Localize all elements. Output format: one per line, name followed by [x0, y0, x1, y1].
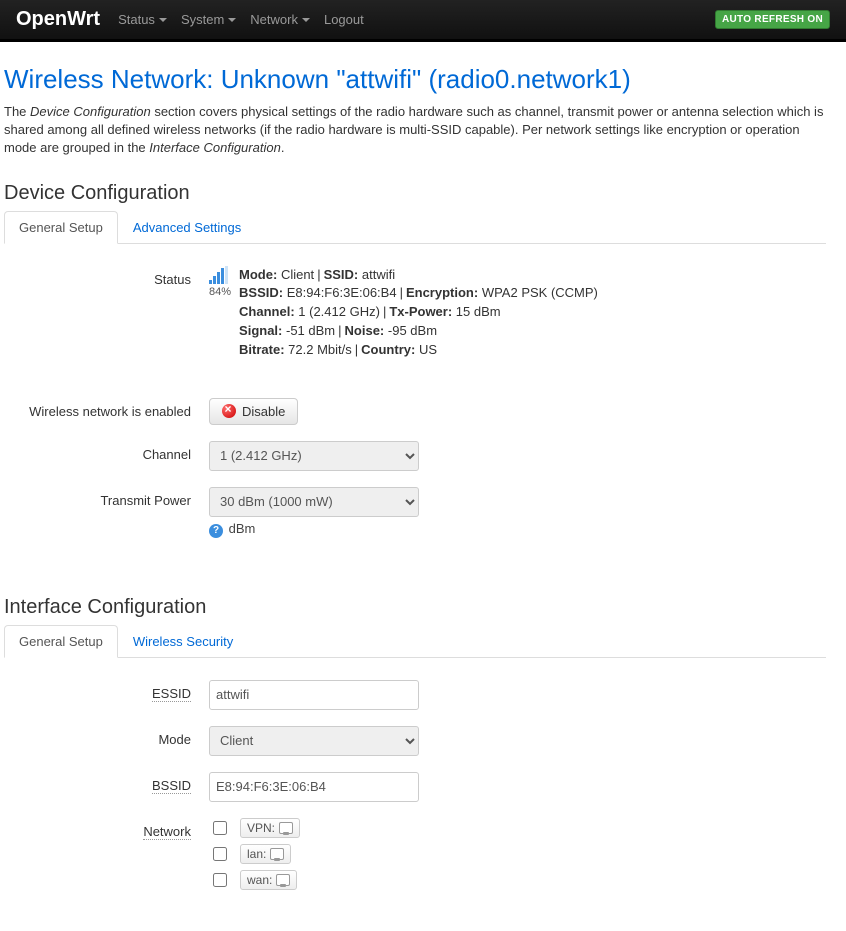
essid-label: ESSID — [152, 686, 191, 702]
nav-network[interactable]: Network — [250, 12, 310, 27]
stop-icon — [222, 404, 236, 418]
essid-input[interactable] — [209, 680, 419, 710]
caret-icon — [228, 18, 236, 22]
channel-label: Channel — [4, 441, 209, 462]
disable-button[interactable]: Disable — [209, 398, 298, 425]
device-tabs: General Setup Advanced Settings — [4, 211, 826, 244]
caret-icon — [159, 18, 167, 22]
mode-label: Mode — [4, 726, 209, 747]
iface-config-legend: Interface Configuration — [4, 596, 826, 619]
mode-select[interactable]: Client — [209, 726, 419, 756]
network-wan-checkbox[interactable] — [213, 873, 227, 887]
tab-iface-general[interactable]: General Setup — [4, 625, 118, 658]
enabled-label: Wireless network is enabled — [4, 398, 209, 419]
brand[interactable]: OpenWrt — [16, 8, 100, 31]
caret-icon — [302, 18, 310, 22]
tab-wireless-security[interactable]: Wireless Security — [118, 625, 248, 658]
bssid-label: BSSID — [152, 778, 191, 794]
tab-general-setup[interactable]: General Setup — [4, 211, 118, 244]
signal-percent: 84% — [209, 286, 231, 298]
network-wan-label: wan: — [240, 870, 297, 890]
page-title: Wireless Network: Unknown "attwifi" (rad… — [4, 64, 826, 95]
help-icon: ? — [209, 524, 223, 538]
txpower-hint: ? dBm — [209, 521, 826, 538]
bssid-input[interactable] — [209, 772, 419, 802]
channel-select[interactable]: 1 (2.412 GHz) — [209, 441, 419, 471]
nav-system[interactable]: System — [181, 12, 236, 27]
port-icon — [276, 874, 290, 886]
network-lan-checkbox[interactable] — [213, 847, 227, 861]
network-label: Network — [143, 824, 191, 840]
network-vpn-label: VPN: — [240, 818, 300, 838]
network-lan-label: lan: — [240, 844, 291, 864]
status-label: Status — [4, 266, 209, 287]
page-description: The Device Configuration section covers … — [4, 103, 826, 158]
txpower-select[interactable]: 30 dBm (1000 mW) — [209, 487, 419, 517]
txpower-label: Transmit Power — [4, 487, 209, 508]
network-vpn-checkbox[interactable] — [213, 821, 227, 835]
port-icon — [270, 848, 284, 860]
nav-logout[interactable]: Logout — [324, 12, 364, 27]
signal-indicator: 84% — [209, 266, 231, 298]
status-text: Mode: Client|SSID: attwifi BSSID: E8:94:… — [239, 266, 598, 360]
port-icon — [279, 822, 293, 834]
signal-bars-icon — [209, 266, 231, 284]
device-config-legend: Device Configuration — [4, 182, 826, 205]
nav-status[interactable]: Status — [118, 12, 167, 27]
auto-refresh-badge[interactable]: AUTO REFRESH ON — [715, 10, 830, 29]
navbar: OpenWrt Status System Network Logout AUT… — [0, 0, 846, 42]
tab-advanced-settings[interactable]: Advanced Settings — [118, 211, 256, 244]
iface-tabs: General Setup Wireless Security — [4, 625, 826, 658]
